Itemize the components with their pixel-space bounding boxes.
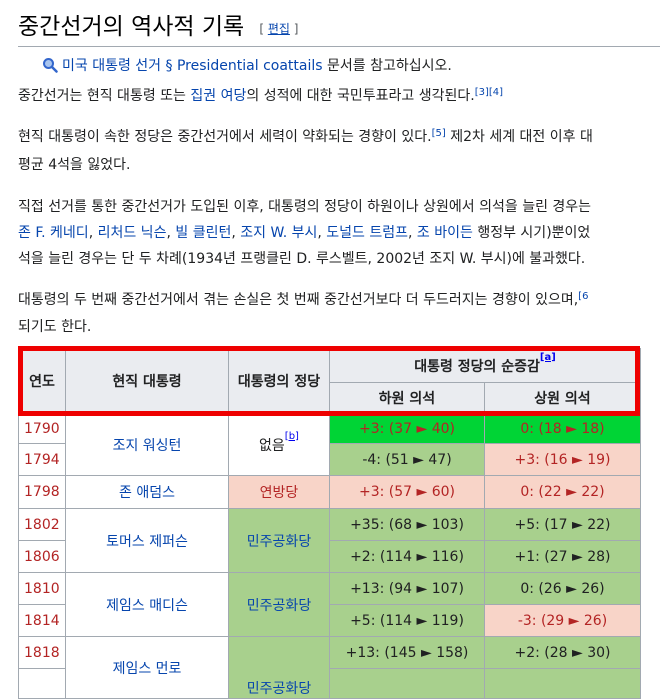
- president-link[interactable]: 제임스 매디슨: [106, 598, 188, 614]
- highlight-box: [18, 346, 640, 416]
- hatnote-link[interactable]: 미국 대통령 선거 § Presidential coattails: [62, 58, 323, 74]
- para4-text-a: 대통령의 두 번째 중간선거에서 겪는 손실은 첫 번째 중간선거보다 더 두드…: [18, 292, 579, 308]
- house-change-cell: +5: (114 ► 119): [329, 604, 485, 637]
- party-link[interactable]: 민주공화당: [247, 681, 311, 697]
- section-title: 중간선거의 역사적 기록: [18, 14, 245, 40]
- link-kennedy[interactable]: 존 F. 케네디: [18, 225, 89, 241]
- house-change-cell: +35: (68 ► 103): [329, 508, 485, 541]
- ref-4[interactable]: [4]: [489, 87, 503, 98]
- year-cell: 1818: [18, 636, 66, 669]
- senate-change-cell: +3: (16 ► 19): [484, 443, 641, 476]
- link-bush[interactable]: 조지 W. 부시: [240, 225, 317, 241]
- note-b[interactable]: [b]: [285, 431, 299, 442]
- paragraph-4-line-2: 되기도 한다.: [18, 314, 91, 341]
- party-cell: 민주공화당: [228, 636, 330, 699]
- president-cell: 조지 워싱턴: [65, 413, 229, 476]
- table-row: 1798 존 애덤스 연방당 +3: (57 ► 60) 0: (22 ► 22…: [18, 475, 641, 509]
- paragraph-3-line-3: 석을 늘린 경우는 단 두 차례(1934년 프랭클린 D. 루스벨트, 200…: [18, 246, 585, 273]
- senate-change-cell: +2: (28 ► 30): [484, 636, 641, 669]
- year-cell: 1806: [18, 540, 66, 573]
- paragraph-2-line-1: 현직 대통령이 속한 정당은 중간선거에서 세력이 약화되는 경향이 있다.[5…: [18, 124, 593, 151]
- para3-text-a: 직접 선거를 통한 중간선거가 도입된 이후, 대통령의 정당이 하원이나 상원…: [18, 199, 592, 215]
- party-cell: 민주공화당: [228, 572, 330, 637]
- sep: ,: [231, 225, 241, 241]
- party-cell: 없음[b]: [228, 413, 330, 476]
- senate-change-cell: +5: (17 ► 22): [484, 508, 641, 541]
- hatnote-suffix: 문서를 참고하십시오.: [322, 58, 452, 74]
- sep: ,: [408, 225, 417, 241]
- president-link[interactable]: 존 애덤스: [119, 485, 175, 501]
- para2-text-a: 현직 대통령이 속한 정당은 중간선거에서 세력이 약화되는 경향이 있다.: [18, 129, 432, 145]
- sep: ,: [317, 225, 327, 241]
- president-cell: 토머스 제퍼슨: [65, 508, 229, 573]
- para2-text-c: 평균 4석을 잃었다.: [18, 157, 131, 173]
- sep: ,: [88, 225, 98, 241]
- president-link[interactable]: 제임스 먼로: [113, 661, 182, 677]
- president-cell: 제임스 먼로: [65, 636, 229, 699]
- party-cell: 연방당: [228, 475, 330, 509]
- president-cell: 제임스 매디슨: [65, 572, 229, 637]
- house-change-cell: +13: (145 ► 158): [329, 636, 485, 669]
- senate-change-cell: 0: (22 ► 22): [484, 475, 641, 509]
- senate-change-cell: 0: (26 ► 26): [484, 572, 641, 605]
- paragraph-3-line-1: 직접 선거를 통한 중간선거가 도입된 이후, 대통령의 정당이 하원이나 상원…: [18, 194, 591, 221]
- house-change-cell: [329, 668, 485, 699]
- senate-change-cell: 0: (18 ► 18): [484, 413, 641, 444]
- edit-link[interactable]: 편집: [268, 22, 290, 36]
- link-clinton[interactable]: 빌 클린턴: [175, 225, 231, 241]
- president-link[interactable]: 조지 워싱턴: [113, 438, 182, 454]
- year-cell: 1814: [18, 604, 66, 637]
- party-link[interactable]: 연방당: [260, 485, 299, 501]
- president-link[interactable]: 토머스 제퍼슨: [106, 534, 188, 550]
- link-nixon[interactable]: 리처드 닉슨: [98, 225, 167, 241]
- table-row: 1818 제임스 먼로 민주공화당 +13: (145 ► 158) +2: (…: [18, 636, 641, 699]
- link-trump[interactable]: 도널드 트럼프: [326, 225, 408, 241]
- paragraph-3-line-2: 존 F. 케네디, 리처드 닉슨, 빌 클린턴, 조지 W. 부시, 도널드 트…: [18, 220, 590, 247]
- para2-text-b: 제2차 세계 대전 이후 대: [445, 129, 593, 145]
- ref-6[interactable]: [6: [578, 291, 588, 302]
- senate-change-cell: [484, 668, 641, 699]
- paragraph-4-line-1: 대통령의 두 번째 중간선거에서 겪는 손실은 첫 번째 중간선거보다 더 두드…: [18, 287, 588, 314]
- edit-section: [ 편집 ]: [259, 22, 298, 36]
- senate-change-cell: +1: (27 ► 28): [484, 540, 641, 573]
- hatnote: 미국 대통령 선거 § Presidential coattails 문서를 참…: [42, 56, 452, 76]
- paragraph-2-line-2: 평균 4석을 잃었다.: [18, 152, 130, 179]
- year-cell: 1794: [18, 443, 66, 476]
- house-change-cell: +3: (57 ► 60): [329, 475, 485, 509]
- edit-bracket-close: ]: [289, 22, 299, 36]
- year-cell: [18, 668, 66, 699]
- party-label: 없음: [259, 437, 285, 454]
- table-row: 1810 제임스 매디슨 민주공화당 +13: (94 ► 107) 0: (2…: [18, 572, 641, 637]
- party-cell: 민주공화당: [228, 508, 330, 573]
- heading-divider: [18, 46, 660, 47]
- year-cell: 1790: [18, 413, 66, 444]
- link-ruling-party[interactable]: 집권 여당: [190, 88, 246, 104]
- table-row: 1802 토머스 제퍼슨 민주공화당 +35: (68 ► 103) +5: (…: [18, 508, 641, 573]
- house-change-cell: +2: (114 ► 116): [329, 540, 485, 573]
- para1-text-b: 의 성적에 대한 국민투표라고 생각된다.: [246, 88, 475, 104]
- edit-bracket-open: [: [259, 22, 268, 36]
- year-cell: 1798: [18, 475, 66, 509]
- para4-text-b: 되기도 한다.: [18, 319, 92, 335]
- house-change-cell: +3: (37 ► 40): [329, 413, 485, 444]
- party-link[interactable]: 민주공화당: [247, 598, 311, 614]
- para1-text-a: 중간선거는 현직 대통령 또는: [18, 88, 191, 104]
- para3-text-c: 석을 늘린 경우는 단 두 차례(1934년 프랭클린 D. 루스벨트, 200…: [18, 251, 586, 267]
- table-row: 1790 조지 워싱턴 없음[b] +3: (37 ► 40) 0: (18 ►…: [18, 413, 641, 476]
- link-biden[interactable]: 조 바이든: [417, 225, 473, 241]
- search-icon: [42, 57, 58, 73]
- party-link[interactable]: 민주공화당: [247, 534, 311, 550]
- year-cell: 1810: [18, 572, 66, 605]
- house-change-cell: -4: (51 ► 47): [329, 443, 485, 476]
- section-heading-row: 중간선거의 역사적 기록 [ 편집 ]: [18, 10, 660, 50]
- house-change-cell: +13: (94 ► 107): [329, 572, 485, 605]
- para3-tail: 행정부 시기)뿐이었: [472, 225, 591, 241]
- ref-3[interactable]: [3]: [475, 87, 489, 98]
- senate-change-cell: -3: (29 ► 26): [484, 604, 641, 637]
- year-cell: 1802: [18, 508, 66, 541]
- ref-5[interactable]: [5]: [432, 128, 446, 139]
- president-cell: 존 애덤스: [65, 475, 229, 509]
- paragraph-1: 중간선거는 현직 대통령 또는 집권 여당의 성적에 대한 국민투표라고 생각된…: [18, 83, 503, 110]
